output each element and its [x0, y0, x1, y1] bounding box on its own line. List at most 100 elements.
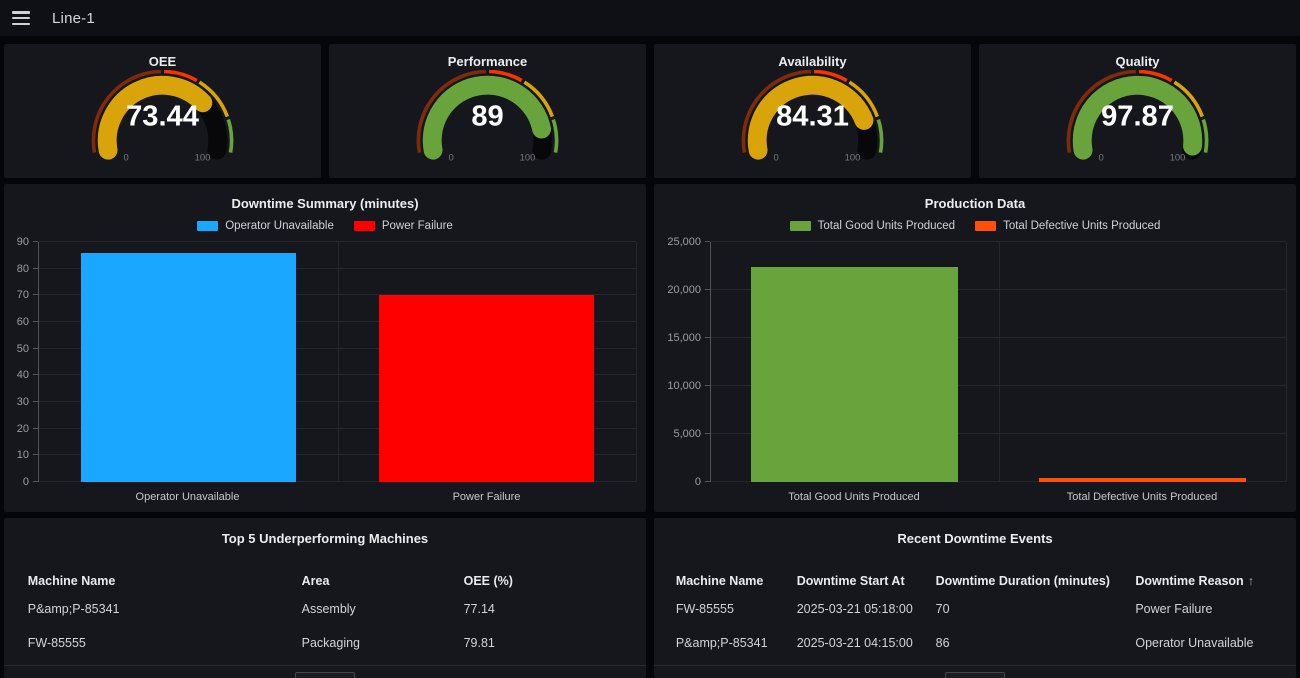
- x-axis-category-label: Total Good Units Produced: [710, 482, 998, 508]
- panel-gauge-quality: Quality 97.870100: [979, 44, 1296, 178]
- sort-ascending-icon: ↑: [1248, 574, 1254, 588]
- panel-title: Downtime Summary (minutes): [4, 197, 646, 211]
- y-axis-tick-label: 60: [17, 316, 29, 328]
- panel-underperforming-machines-table: Top 5 Underperforming Machines Machine N…: [4, 518, 646, 678]
- y-axis-tick-label: 40: [17, 369, 29, 381]
- panel-title: OEE: [149, 55, 176, 69]
- x-axis-category-label: Power Failure: [337, 482, 636, 508]
- bar-total-good-units-produced[interactable]: [751, 267, 958, 482]
- pagination-button[interactable]: [295, 672, 355, 678]
- x-axis-labels: Operator UnavailablePower Failure: [38, 482, 636, 508]
- bar-total-defective-units-produced[interactable]: [1039, 478, 1246, 482]
- threshold-arc: [1203, 120, 1206, 153]
- table-row: FW-85555Packaging79.81: [4, 626, 646, 660]
- legend-item[interactable]: Total Good Units Produced: [790, 220, 955, 232]
- table-cell: Packaging: [302, 636, 464, 650]
- legend-label: Total Good Units Produced: [818, 220, 955, 232]
- pagination-button[interactable]: [945, 672, 1005, 678]
- panel-title: Top 5 Underperforming Machines: [4, 532, 646, 546]
- panel-gauge-availability: Availability 84.31 0 100: [654, 44, 971, 178]
- column-header-machine-name[interactable]: Machine Name: [28, 574, 302, 588]
- table-cell: FW-85555: [676, 602, 797, 616]
- panel-gauge-oee: OEE 73.440100: [4, 44, 321, 178]
- gauge-value: 73.44: [126, 101, 200, 133]
- gridline-vertical: [999, 242, 1000, 482]
- table-cell: 79.81: [464, 636, 646, 650]
- dashboard-title: Line-1: [52, 10, 95, 27]
- column-header-area[interactable]: Area: [302, 574, 464, 588]
- panel-title: Recent Downtime Events: [654, 532, 1296, 546]
- panel-title: Quality: [1115, 55, 1159, 69]
- panel-recent-downtime-events-table: Recent Downtime Events Machine NameDownt…: [654, 518, 1296, 678]
- panel-downtime-summary-chart: Downtime Summary (minutes) Operator Unav…: [4, 184, 646, 512]
- legend-label: Operator Unavailable: [225, 220, 334, 232]
- y-axis-tick-label: 80: [17, 263, 29, 275]
- bar-operator-unavailable[interactable]: [81, 253, 296, 482]
- legend-label: Total Defective Units Produced: [1003, 220, 1160, 232]
- y-axis-tick-label: 10,000: [667, 380, 701, 392]
- column-header-downtime-reason[interactable]: Downtime Reason↑: [1135, 574, 1296, 588]
- plot-area: [38, 242, 636, 482]
- table-row: FW-855552025-03-21 05:18:0070Power Failu…: [654, 592, 1296, 626]
- table-header-row: Machine NameAreaOEE (%): [4, 570, 646, 592]
- panel-production-data-chart: Production Data Total Good Units Produce…: [654, 184, 1296, 512]
- panel-title: Availability: [778, 55, 846, 69]
- table-separator: [654, 665, 1296, 666]
- gauge-max-label: 100: [195, 153, 211, 164]
- column-header-oee-[interactable]: OEE (%): [464, 574, 646, 588]
- y-axis-tick-label: 90: [17, 236, 29, 248]
- gauge-min-label: 0: [449, 153, 454, 164]
- hamburger-menu-icon[interactable]: [12, 11, 30, 25]
- legend-swatch-icon: [790, 221, 811, 231]
- gridline-vertical: [1286, 242, 1287, 482]
- column-header-downtime-duration-minutes-[interactable]: Downtime Duration (minutes): [936, 574, 1136, 588]
- legend-label: Power Failure: [382, 220, 453, 232]
- panel-title: Production Data: [654, 197, 1296, 211]
- table-body: P&amp;P-85341Assembly77.14FW-85555Packag…: [4, 592, 646, 660]
- legend-swatch-icon: [197, 221, 218, 231]
- panel-gauge-performance: Performance 890100: [329, 44, 646, 178]
- top-bar: Line-1: [0, 0, 1300, 36]
- y-axis-tick-label: 20,000: [667, 284, 701, 296]
- table-cell: P&amp;P-85341: [28, 602, 302, 616]
- y-axis-tick-label: 70: [17, 289, 29, 301]
- y-axis-tick-label: 10: [17, 449, 29, 461]
- y-axis-tick-label: 50: [17, 343, 29, 355]
- x-axis-category-label: Operator Unavailable: [38, 482, 337, 508]
- y-axis-tick-label: 30: [17, 396, 29, 408]
- table-cell: 86: [936, 636, 1136, 650]
- legend-item[interactable]: Total Defective Units Produced: [975, 220, 1160, 232]
- gridline-vertical: [338, 242, 339, 482]
- quality-gauge: 97.870100: [979, 70, 1296, 166]
- gauge-min-label: 0: [774, 153, 779, 164]
- gauge-max-label: 100: [1170, 153, 1186, 164]
- legend-swatch-icon: [975, 221, 996, 231]
- gridline-vertical: [636, 242, 637, 482]
- dashboard-grid: OEE 73.440100 Performance 890100 Availab…: [0, 36, 1300, 678]
- gauge-max-label: 100: [845, 153, 861, 164]
- panel-title: Performance: [448, 55, 527, 69]
- gauge-value: 97.87: [1101, 101, 1174, 133]
- column-header-machine-name[interactable]: Machine Name: [676, 574, 797, 588]
- threshold-arc: [878, 120, 881, 153]
- bar-power-failure[interactable]: [379, 295, 594, 482]
- performance-gauge: 890100: [329, 70, 646, 166]
- availability-gauge: 84.31 0 100: [654, 70, 971, 166]
- table-cell: FW-85555: [28, 636, 302, 650]
- table-cell: Power Failure: [1135, 602, 1296, 616]
- chart-legend: Total Good Units Produced Total Defective…: [654, 220, 1296, 232]
- legend-item[interactable]: Power Failure: [354, 220, 453, 232]
- threshold-arc: [553, 120, 556, 153]
- y-axis-tick-label: 15,000: [667, 332, 701, 344]
- y-axis-tick-label: 20: [17, 423, 29, 435]
- table-separator: [4, 665, 646, 666]
- threshold-arc: [228, 120, 231, 153]
- legend-item[interactable]: Operator Unavailable: [197, 220, 334, 232]
- legend-swatch-icon: [354, 221, 375, 231]
- y-axis-tick-label: 25,000: [667, 236, 701, 248]
- table-row: P&amp;P-853412025-03-21 04:15:0086Operat…: [654, 626, 1296, 660]
- gauge-value: 89: [471, 101, 503, 133]
- y-axis-tick-label: 5,000: [673, 428, 701, 440]
- gauge-value: 84.31: [776, 101, 849, 133]
- column-header-downtime-start-at[interactable]: Downtime Start At: [797, 574, 936, 588]
